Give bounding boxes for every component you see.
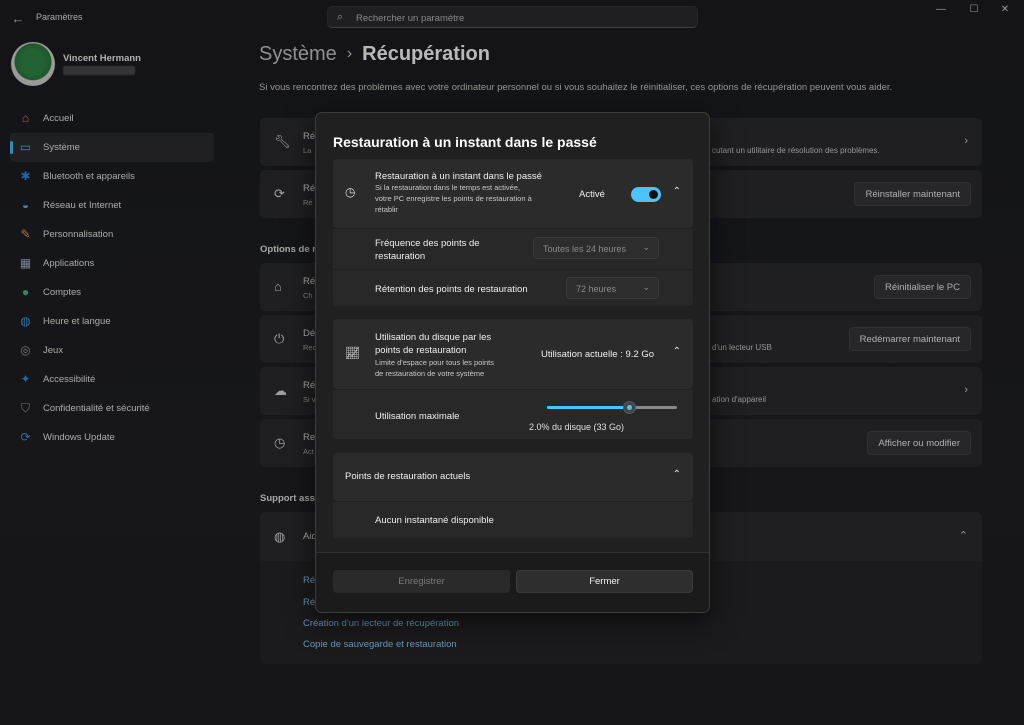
history-icon: ◷ [345,185,356,199]
retention-row: Rétention des points de restauration 72 … [333,270,693,306]
no-snapshot-text: Aucun instantané disponible [375,515,494,526]
chevron-up-icon[interactable]: ⌃ [673,186,681,197]
dialog-footer: Enregistrer Fermer [316,552,709,612]
chart-line-icon: 📈︎ [345,346,361,360]
slider-fill [547,406,629,409]
restore-desc-1: Si la restauration dans le temps est act… [375,183,521,192]
chevron-down-icon: ⌄ [642,242,650,252]
restore-toggle[interactable] [631,187,661,202]
retention-dropdown[interactable]: 72 heures ⌄ [566,277,659,299]
max-usage-value: 2.0% du disque (33 Go) [529,422,625,432]
restore-toggle-panel: ◷ Restauration à un instant dans le pass… [333,159,693,228]
slider-thumb[interactable] [622,401,636,414]
frequency-dropdown[interactable]: Toutes les 24 heures ⌄ [533,237,659,259]
disk-usage-panel: 📈︎ Utilisation du disque par les points … [333,319,693,389]
disk-desc-1: Limite d'espace pour tous les points [375,358,495,367]
frequency-value: Toutes les 24 heures [543,244,627,254]
current-usage: Utilisation actuelle : 9.2 Go [541,349,655,360]
restore-desc-3: rétablir [375,205,398,214]
chevron-up-icon[interactable]: ⌃ [673,469,681,480]
dialog-title: Restauration à un instant dans le passé [333,134,597,150]
save-button[interactable]: Enregistrer [333,570,510,593]
toggle-state-label: Activé [579,189,605,200]
frequency-row: Fréquence des points de restauration Tou… [333,229,693,269]
disk-desc-2: de restauration de votre système [375,369,485,378]
frequency-label-1: Fréquence des points de [375,238,480,249]
chevron-up-icon[interactable]: ⌃ [673,346,681,357]
retention-label: Rétention des points de restauration [375,284,528,295]
restore-points-title: Points de restauration actuels [345,471,471,482]
disk-title-1: Utilisation du disque par les [375,332,492,343]
restore-points-list: Aucun instantané disponible [333,502,693,538]
chevron-down-icon: ⌄ [642,282,650,292]
retention-value: 72 heures [576,284,617,294]
restore-desc-2: votre PC enregistre les points de restau… [375,194,532,203]
max-usage-slider[interactable] [547,401,677,414]
restore-points-panel: Points de restauration actuels ⌃ [333,453,693,501]
max-usage-label: Utilisation maximale [375,411,460,422]
settings-window: ← Paramètres ⌕ Rechercher un paramètre —… [0,0,1024,725]
restore-title: Restauration à un instant dans le passé [375,171,542,182]
frequency-label-2: restauration [375,251,426,262]
restore-point-dialog: Restauration à un instant dans le passé … [315,112,710,613]
disk-title-2: points de restauration [375,345,467,356]
close-button[interactable]: Fermer [516,570,693,593]
max-usage-row: Utilisation maximale 2.0% du disque (33 … [333,390,693,439]
